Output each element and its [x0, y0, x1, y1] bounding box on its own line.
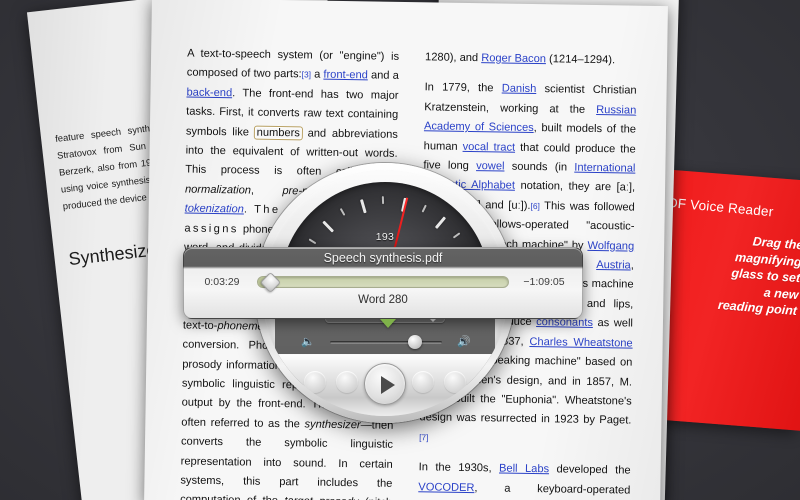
- wiki-link-wheatstone[interactable]: Charles Wheatstone: [529, 336, 632, 350]
- wiki-link-front-end[interactable]: front-end: [323, 69, 368, 82]
- remaining-time: −1:09:05: [523, 276, 565, 288]
- highlighted-word[interactable]: numbers: [253, 125, 304, 141]
- wiki-link-vocal-tract[interactable]: vocal tract: [463, 141, 516, 154]
- play-button[interactable]: [364, 363, 406, 405]
- playback-hud[interactable]: Speech synthesis.pdf 0:03:29 −1:09:05 Wo…: [183, 247, 583, 328]
- play-icon: [381, 376, 395, 394]
- wiki-link-russian-academy[interactable]: Russian Academy of Sciences: [424, 104, 636, 134]
- paragraph: In the 1930s, Bell Labs developed the VO…: [418, 461, 631, 497]
- wiki-link-vocoder[interactable]: VOCODER: [418, 481, 474, 494]
- previous-word-button[interactable]: [336, 371, 358, 393]
- citation-ref[interactable]: [3]: [302, 70, 311, 80]
- wiki-link-bell-labs[interactable]: Bell Labs: [499, 463, 549, 476]
- speaker-high-icon: 🔊: [457, 335, 471, 348]
- voice-reader-widget[interactable]: 193 wpm − + Alex: [183, 163, 583, 438]
- wiki-link-back-end[interactable]: back-end: [186, 86, 232, 99]
- elapsed-time: 0:03:29: [204, 276, 240, 288]
- wiki-link-tokenization[interactable]: tokenization: [185, 203, 244, 216]
- volume-slider[interactable]: [330, 334, 442, 349]
- word-counter: Word 280: [358, 294, 408, 306]
- speaker-low-icon: 🔈: [301, 335, 315, 348]
- wiki-link-danish[interactable]: Danish: [502, 83, 537, 96]
- wiki-link-austria[interactable]: Austria: [596, 259, 631, 272]
- desktop-background: PDF Voice Reader Drag the magnifying gla…: [0, 0, 800, 500]
- next-sentence-button[interactable]: [444, 371, 466, 393]
- volume-slider-row: 🔈 🔊: [301, 332, 471, 352]
- gauge-value: 193: [375, 231, 395, 243]
- previous-sentence-button[interactable]: [304, 371, 326, 393]
- next-word-button[interactable]: [412, 371, 434, 393]
- paragraph: 1280), and Roger Bacon (1214–1294).: [425, 51, 616, 67]
- scrubber[interactable]: [257, 271, 509, 294]
- reading-point-marker-icon: [380, 319, 396, 328]
- scrubber-row: 0:03:29 −1:09:05: [196, 271, 570, 294]
- transport-bar: [262, 354, 508, 416]
- volume-slider-knob[interactable]: [408, 334, 423, 349]
- citation-ref[interactable]: [6]: [530, 201, 539, 211]
- hud-file-name: Speech synthesis.pdf: [323, 251, 443, 265]
- scrubber-knob[interactable]: [259, 271, 282, 294]
- side-panel-title: PDF Voice Reader: [658, 194, 775, 220]
- wiki-link-roger-bacon[interactable]: Roger Bacon: [481, 52, 546, 65]
